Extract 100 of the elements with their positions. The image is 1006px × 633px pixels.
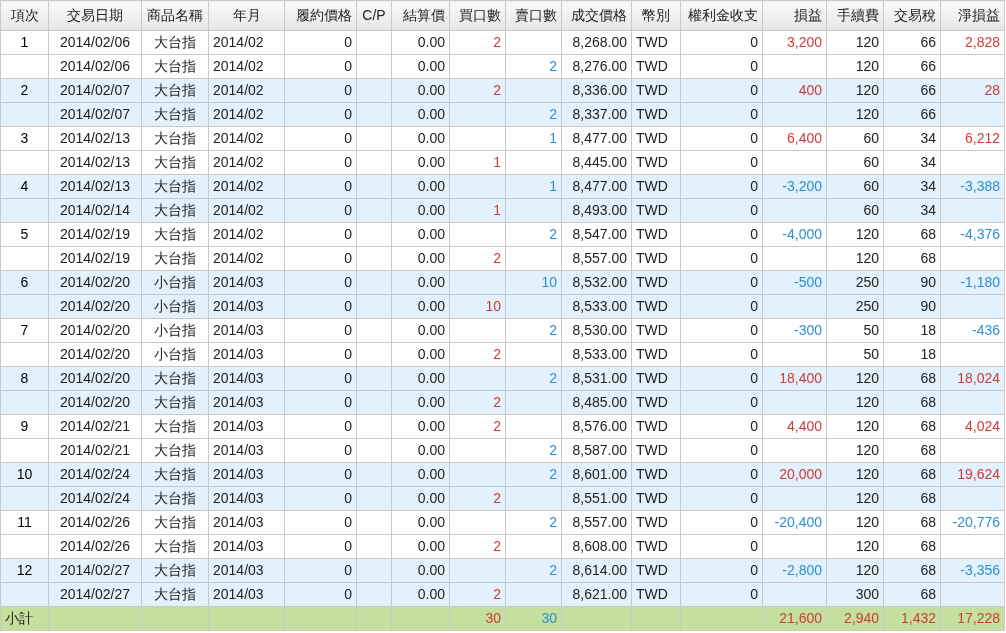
table-cell: 0 <box>344 466 352 482</box>
table-cell: 1 <box>549 178 557 194</box>
table-cell: 2,828 <box>964 34 1000 50</box>
table-cell: 0 <box>344 226 352 242</box>
table-cell: 2014/03 <box>213 514 264 530</box>
table-cell: 8,587.00 <box>572 442 627 458</box>
column-header[interactable]: C/P <box>356 0 392 31</box>
table-cell: -20,776 <box>952 514 1000 530</box>
table-cell: 4,024 <box>964 418 1000 434</box>
table-cell: TWD <box>636 394 668 410</box>
table-cell: TWD <box>636 442 668 458</box>
table-cell: 大台指 <box>154 442 196 458</box>
table-cell: TWD <box>636 538 668 554</box>
table-cell: 0.00 <box>417 154 445 170</box>
table-cell: 2014/02 <box>213 82 264 98</box>
table-cell: 大台指 <box>154 130 196 146</box>
table-cell: 2014/02/06 <box>59 34 131 50</box>
table-cell: 0 <box>344 34 352 50</box>
table-cell: 20,000 <box>779 466 822 482</box>
table-cell: 0.00 <box>417 442 445 458</box>
table-cell: 2014/02 <box>213 178 264 194</box>
table-cell: 2014/02 <box>213 250 264 266</box>
table-cell: 8,268.00 <box>572 34 627 50</box>
table-cell: 0 <box>750 418 758 434</box>
table-cell: 小台指 <box>154 298 196 314</box>
table-cell: 8,608.00 <box>572 538 627 554</box>
column-header[interactable]: 淨損益 <box>940 0 1005 31</box>
table-cell: 0.00 <box>417 34 445 50</box>
table-cell: 0.00 <box>417 202 445 218</box>
table-cell: TWD <box>636 490 668 506</box>
table-cell: 0 <box>750 322 758 338</box>
table-cell: 0 <box>344 394 352 410</box>
column-header[interactable]: 商品名稱 <box>141 0 209 31</box>
table-cell: 0.00 <box>417 226 445 242</box>
table-cell: 0 <box>344 442 352 458</box>
table-cell: 68 <box>920 562 936 578</box>
table-cell: 大台指 <box>154 466 196 482</box>
table-cell: 小台指 <box>154 274 196 290</box>
table-cell: 12 <box>16 562 33 578</box>
table-cell: 0 <box>750 106 758 122</box>
table-cell: 18,400 <box>779 370 822 386</box>
column-header[interactable]: 交易日期 <box>48 0 142 31</box>
table-cell: 2014/02/07 <box>59 106 131 122</box>
table-cell: 0.00 <box>417 274 445 290</box>
table-cell: 2014/02/06 <box>59 58 131 74</box>
table-cell: 6,212 <box>964 130 1000 146</box>
table-cell: 2 <box>493 538 501 554</box>
column-header[interactable]: 買口數 <box>449 0 506 31</box>
table-cell: 11 <box>17 514 32 530</box>
column-header[interactable]: 結算價 <box>391 0 450 31</box>
table-cell: 8,337.00 <box>572 106 627 122</box>
table-cell: 2014/03 <box>213 490 264 506</box>
column-header[interactable]: 幣別 <box>631 0 681 31</box>
table-cell: 34 <box>920 130 936 146</box>
table-cell: 0.00 <box>417 178 445 194</box>
table-cell: 0.00 <box>417 418 445 434</box>
table-cell: 2014/02/13 <box>59 130 131 146</box>
table-cell: 小台指 <box>154 346 196 362</box>
table-cell: 8,547.00 <box>572 226 627 242</box>
table-cell: 66 <box>920 58 936 74</box>
column-header[interactable]: 履約價格 <box>284 0 357 31</box>
table-cell: 8,557.00 <box>572 514 627 530</box>
table-cell: 2014/02 <box>213 106 264 122</box>
table-cell: 68 <box>920 250 936 266</box>
table-cell: 10 <box>16 466 33 482</box>
column-header[interactable]: 交易稅 <box>883 0 941 31</box>
table-cell: 2 <box>493 82 501 98</box>
table-cell: 120 <box>855 394 879 410</box>
table-cell: -2,800 <box>782 562 822 578</box>
table-cell: 120 <box>855 82 879 98</box>
table-cell: 0 <box>344 154 352 170</box>
table-cell: 0 <box>750 466 758 482</box>
table-cell: 0 <box>750 130 758 146</box>
table-cell: 2 <box>493 418 501 434</box>
column-header[interactable]: 損益 <box>762 0 827 31</box>
table-cell: 0 <box>344 562 352 578</box>
table-cell: 66 <box>920 106 936 122</box>
table-cell: 2014/02 <box>213 154 264 170</box>
column-header[interactable]: 項次 <box>0 0 49 31</box>
table-cell: 19,624 <box>957 466 1000 482</box>
column-header[interactable]: 權利金收支 <box>680 0 763 31</box>
column-header[interactable]: 賣口數 <box>505 0 562 31</box>
table-cell: 0 <box>344 370 352 386</box>
table-cell: 120 <box>855 370 879 386</box>
table-cell: 2 <box>20 82 29 98</box>
table-cell: TWD <box>636 274 668 290</box>
table-cell: 8,532.00 <box>572 274 627 290</box>
table-cell: 0.00 <box>417 538 445 554</box>
table-cell: 120 <box>855 226 879 242</box>
table-cell: 0.00 <box>417 322 445 338</box>
column-header[interactable]: 成交價格 <box>561 0 632 31</box>
column-header[interactable]: 年月 <box>208 0 285 31</box>
table-cell: 18 <box>920 322 936 338</box>
table-cell: 8,601.00 <box>572 466 627 482</box>
column-header[interactable]: 手續費 <box>826 0 884 31</box>
table-cell: TWD <box>636 34 668 50</box>
table-cell: 2014/02 <box>213 58 264 74</box>
table-cell: 2,940 <box>843 610 879 626</box>
table-cell: -3,388 <box>960 178 1000 194</box>
table-cell: -4,376 <box>960 226 1000 242</box>
